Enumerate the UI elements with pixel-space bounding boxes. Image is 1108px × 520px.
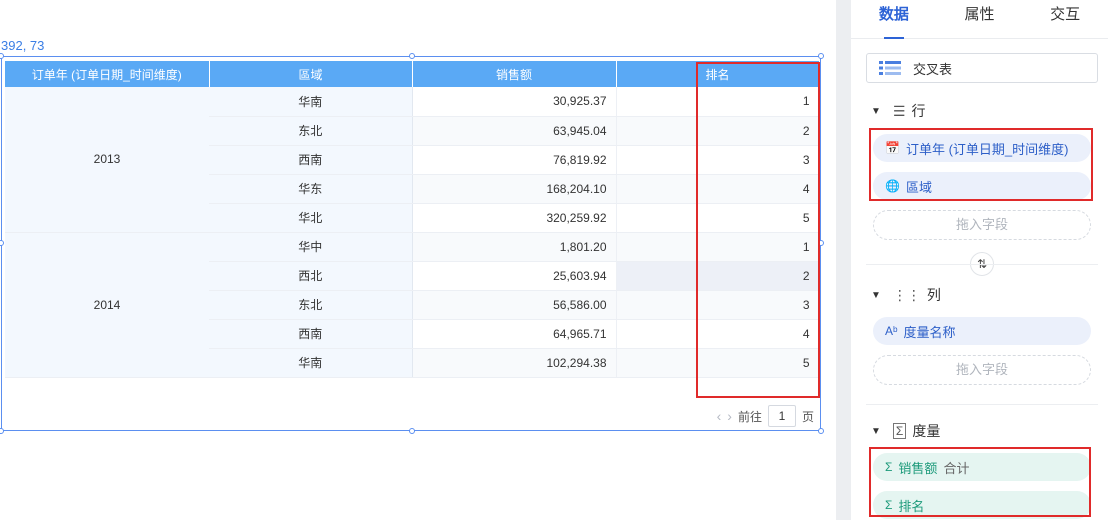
rank-cell: 5 (616, 203, 820, 233)
rank-cell: 1 (616, 87, 820, 117)
table-row: 2013 华南 30,925.37 1 (5, 87, 820, 233)
globe-icon: 🌐 (885, 179, 900, 193)
sigma-icon: Σ (885, 460, 893, 474)
text-field-icon: Aᵇ (885, 324, 898, 338)
resize-handle-tm[interactable] (409, 53, 415, 59)
columns-drop-zone[interactable]: 拖入字段 (873, 355, 1091, 385)
chart-type-label: 交叉表 (913, 61, 953, 77)
rows-icon: ☰ (892, 102, 906, 119)
columns-section-header[interactable]: ▼ ⋮⋮ 列 (871, 285, 941, 305)
header-year[interactable]: 订单年 (订单日期_时间维度) (5, 61, 210, 87)
crosstab-table: 订单年 (订单日期_时间维度) 區域 销售额 排名 2013 华南 30,925… (5, 61, 820, 378)
tab-data[interactable]: 数据 (851, 0, 937, 39)
row-field-order-year[interactable]: 📅 订单年 (订单日期_时间维度) (873, 134, 1091, 162)
resize-handle-bl[interactable] (0, 428, 4, 434)
year-cell: 2014 (5, 232, 209, 378)
header-sales[interactable]: 销售额 (412, 61, 617, 87)
date-field-icon: 📅 (885, 141, 900, 155)
year-cell: 2013 (5, 87, 209, 233)
region-cell: 东北 (209, 290, 413, 320)
resize-handle-br[interactable] (818, 428, 824, 434)
chevron-down-icon: ▼ (871, 105, 881, 117)
sales-cell: 30,925.37 (412, 87, 617, 117)
sales-cell: 56,586.00 (412, 290, 617, 320)
region-cell: 华南 (209, 348, 413, 378)
resize-handle-tl[interactable] (0, 53, 4, 59)
panel-divider[interactable] (836, 0, 851, 520)
table-header-row: 订单年 (订单日期_时间维度) 區域 销售额 排名 (5, 61, 820, 87)
calc-sigma-icon: Σ (885, 498, 893, 512)
rank-cell: 1 (616, 232, 820, 262)
row-field-region[interactable]: 🌐 區域 (873, 172, 1091, 200)
region-cell: 西南 (209, 145, 413, 175)
chart-type-selector[interactable]: 交叉表 (866, 53, 1098, 83)
config-panel: 数据 属性 交互 交叉表 ▼ ☰ 行 📅 订单年 (订单日期_时间维度) 🌐 區… (851, 0, 1108, 520)
page-label: 页 (801, 409, 814, 424)
region-cell: 西北 (209, 261, 413, 291)
rank-cell: 4 (616, 319, 820, 349)
columns-section-title: 列 (926, 287, 941, 303)
field-label: 度量名称 (903, 324, 956, 340)
rank-cell: 2 (616, 116, 820, 146)
rank-cell: 3 (616, 290, 820, 320)
measure-field-sales[interactable]: Σ 销售额 合计 (873, 453, 1091, 481)
field-label: 排名 (898, 498, 925, 514)
field-label: 區域 (905, 179, 932, 195)
aggregation-label: 合计 (943, 460, 970, 476)
table-row: 2014 华中 1,801.20 1 (5, 232, 820, 378)
resize-handle-tr[interactable] (818, 53, 824, 59)
sales-cell: 25,603.94 (412, 261, 617, 291)
measures-section-header[interactable]: ▼ Σ 度量 (871, 421, 940, 441)
chevron-down-icon: ▼ (871, 289, 881, 301)
region-cell: 西南 (209, 319, 413, 349)
sales-cell: 64,965.71 (412, 319, 617, 349)
header-rank[interactable]: 排名 (616, 61, 820, 87)
sigma-icon: Σ (892, 423, 907, 439)
header-region[interactable]: 區域 (209, 61, 413, 87)
crosstab-icon (879, 61, 901, 75)
prev-page-icon[interactable]: ‹ (717, 408, 722, 424)
rows-section-header[interactable]: ▼ ☰ 行 (871, 101, 925, 121)
region-cell: 华中 (209, 232, 413, 262)
sales-cell: 76,819.92 (412, 145, 617, 175)
next-page-icon[interactable]: › (727, 408, 732, 424)
sales-cell: 63,945.04 (412, 116, 617, 146)
page-number-input[interactable]: 1 (767, 405, 796, 427)
sales-cell: 168,204.10 (412, 174, 617, 204)
resize-handle-bm[interactable] (409, 428, 415, 434)
panel-tabs: 数据 属性 交互 (851, 0, 1108, 39)
section-separator (866, 404, 1098, 405)
region-cell: 东北 (209, 116, 413, 146)
resize-handle-ml[interactable] (0, 240, 4, 246)
rank-cell: 2 (616, 261, 820, 291)
columns-icon: ⋮⋮ (892, 286, 921, 303)
crosstab-widget[interactable]: 订单年 (订单日期_时间维度) 區域 销售额 排名 2013 华南 30,925… (0, 53, 824, 434)
rank-cell: 3 (616, 145, 820, 175)
tab-properties[interactable]: 属性 (937, 0, 1023, 38)
region-cell: 华东 (209, 174, 413, 204)
measure-field-rank[interactable]: Σ 排名 (873, 491, 1091, 519)
sales-cell: 1,801.20 (412, 232, 617, 262)
section-separator (866, 264, 1098, 265)
region-cell: 华南 (209, 87, 413, 117)
field-label: 销售额 (898, 460, 938, 476)
chevron-down-icon: ▼ (871, 425, 881, 437)
rows-drop-zone[interactable]: 拖入字段 (873, 210, 1091, 240)
tab-interaction[interactable]: 交互 (1022, 0, 1108, 38)
rank-cell: 4 (616, 174, 820, 204)
sales-cell: 320,259.92 (412, 203, 617, 233)
sales-cell: 102,294.38 (412, 348, 617, 378)
rank-cell: 5 (616, 348, 820, 378)
measures-section-title: 度量 (912, 423, 941, 439)
region-cell: 华北 (209, 203, 413, 233)
rows-section-title: 行 (911, 103, 926, 119)
position-readout: 392, 73 (1, 38, 45, 53)
column-field-measure-names[interactable]: Aᵇ 度量名称 (873, 317, 1091, 345)
field-label: 订单年 (订单日期_时间维度) (905, 141, 1069, 157)
goto-label: 前往 (737, 409, 762, 424)
pagination: ‹ › 前往 1 页 (717, 405, 814, 427)
